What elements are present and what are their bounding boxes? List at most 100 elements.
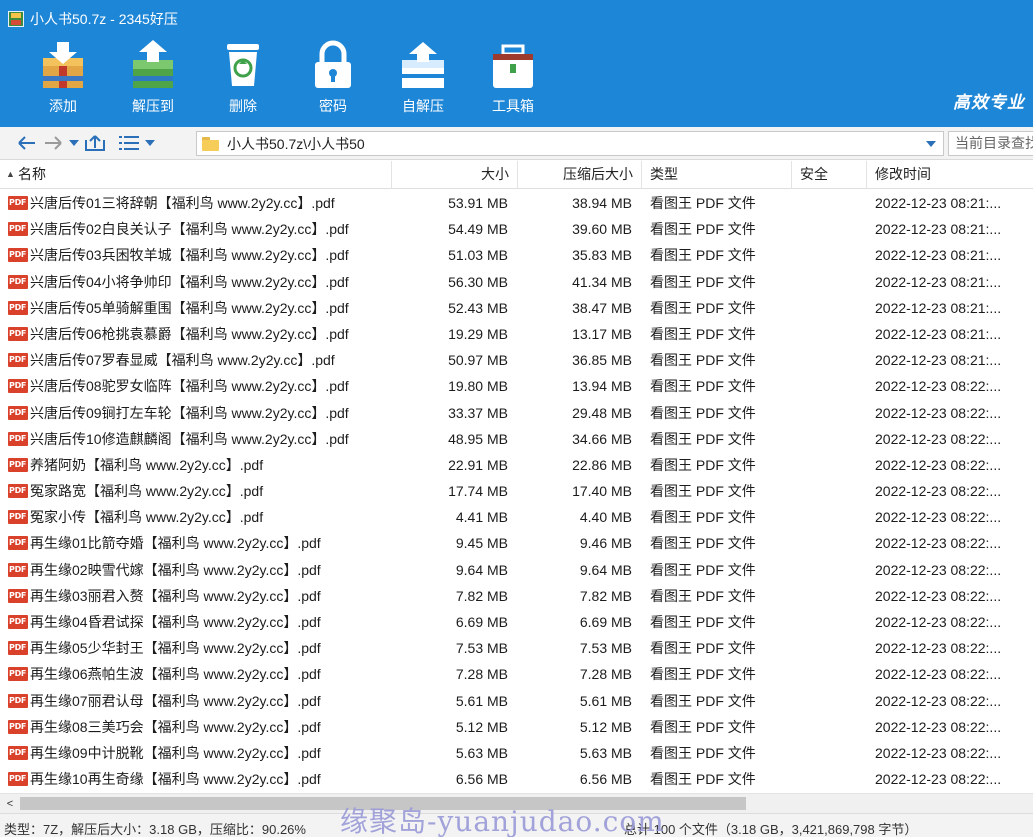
file-row[interactable]: 兴唐后传01三将辞朝【福利鸟 www.2y2y.cc】.pdf 53.91 MB 3…	[0, 190, 1033, 216]
column-name-header[interactable]: ▲ 名称	[0, 161, 392, 189]
password-button[interactable]: 密码	[288, 38, 378, 120]
address-bar[interactable]: 小人书50.7z\小人书50	[196, 131, 944, 156]
horizontal-scrollbar[interactable]: <	[0, 793, 1033, 813]
file-type: 看图王 PDF 文件	[650, 771, 756, 788]
file-security	[792, 269, 867, 295]
column-name-label: 名称	[18, 166, 46, 182]
file-size: 19.29 MB	[448, 325, 508, 342]
extract-button[interactable]: 解压到	[108, 38, 198, 120]
file-type: 看图王 PDF 文件	[650, 325, 756, 342]
file-modified: 2022-12-23 08:22:...	[875, 561, 1002, 578]
file-modified: 2022-12-23 08:22:...	[875, 535, 1002, 552]
file-modified: 2022-12-23 08:22:...	[875, 692, 1002, 709]
file-row[interactable]: 兴唐后传07罗春显威【福利鸟 www.2y2y.cc】.pdf 50.97 MB 3…	[0, 347, 1033, 373]
file-row[interactable]: 兴唐后传06枪挑袁慕爵【福利鸟 www.2y2y.cc】.pdf 19.29 MB…	[0, 321, 1033, 347]
file-compressed-size: 5.61 MB	[579, 692, 632, 709]
file-compressed-size: 6.56 MB	[579, 771, 632, 788]
file-name: 养猪阿奶【福利鸟 www.2y2y.cc】.pdf	[30, 456, 264, 473]
file-row[interactable]: 再生缘04昏君试探【福利鸟 www.2y2y.cc】.pdf 6.69 MB 6.6…	[0, 609, 1033, 635]
file-name-cell: 再生缘09中计脱靴【福利鸟 www.2y2y.cc】.pdf	[8, 740, 392, 766]
file-row[interactable]: 再生缘08三美巧会【福利鸟 www.2y2y.cc】.pdf 5.12 MB 5.1…	[0, 714, 1033, 740]
add-button[interactable]: 添加	[18, 38, 108, 120]
file-name-cell: 再生缘04昏君试探【福利鸟 www.2y2y.cc】.pdf	[8, 609, 392, 635]
file-name: 兴唐后传01三将辞朝【福利鸟 www.2y2y.cc】.pdf	[30, 195, 335, 211]
file-type: 看图王 PDF 文件	[650, 352, 756, 369]
file-row[interactable]: 再生缘10再生奇缘【福利鸟 www.2y2y.cc】.pdf 6.56 MB 6.5…	[0, 766, 1033, 792]
view-mode-button[interactable]	[116, 130, 142, 156]
toolbox-button[interactable]: 工具箱	[468, 38, 558, 120]
file-row[interactable]: 兴唐后传08驼罗女临阵【福利鸟 www.2y2y.cc】.pdf 19.80 MB…	[0, 373, 1033, 399]
brand-slogan: 高效专业	[953, 93, 1025, 112]
file-type: 看图王 PDF 文件	[650, 587, 756, 604]
file-row[interactable]: 再生缘02映雪代嫁【福利鸟 www.2y2y.cc】.pdf 9.64 MB 9.6…	[0, 557, 1033, 583]
column-type-header[interactable]: 类型	[642, 161, 792, 189]
file-row[interactable]: 兴唐后传04小将争帅印【福利鸟 www.2y2y.cc】.pdf 56.30 MB…	[0, 269, 1033, 295]
column-modified-header[interactable]: 修改时间	[867, 161, 1033, 189]
file-type: 看图王 PDF 文件	[650, 535, 756, 552]
file-row[interactable]: 兴唐后传05单骑解重围【福利鸟 www.2y2y.cc】.pdf 52.43 MB…	[0, 295, 1033, 321]
file-row[interactable]: 再生缘01比箭夺婚【福利鸟 www.2y2y.cc】.pdf 9.45 MB 9.4…	[0, 530, 1033, 556]
file-row[interactable]: 再生缘03丽君入赘【福利鸟 www.2y2y.cc】.pdf 7.82 MB 7.8…	[0, 583, 1033, 609]
file-name: 兴唐后传08驼罗女临阵【福利鸟 www.2y2y.cc】.pdf	[30, 378, 349, 395]
file-security	[792, 688, 867, 714]
file-size: 54.49 MB	[448, 221, 508, 238]
file-row[interactable]: 兴唐后传02白良关认子【福利鸟 www.2y2y.cc】.pdf 54.49 MB…	[0, 216, 1033, 242]
file-row[interactable]: 再生缘07丽君认母【福利鸟 www.2y2y.cc】.pdf 5.61 MB 5.6…	[0, 688, 1033, 714]
column-size-header[interactable]: 大小	[392, 161, 518, 189]
password-label: 密码	[319, 98, 347, 114]
pdf-file-icon	[8, 588, 28, 603]
file-row[interactable]: 兴唐后传10修造麒麟阁【福利鸟 www.2y2y.cc】.pdf 48.95 MB…	[0, 426, 1033, 452]
file-rows: 兴唐后传01三将辞朝【福利鸟 www.2y2y.cc】.pdf 53.91 MB 3…	[0, 190, 1033, 792]
file-row[interactable]: 兴唐后传09锏打左车轮【福利鸟 www.2y2y.cc】.pdf 33.37 MB…	[0, 400, 1033, 426]
toolbox-icon	[493, 44, 533, 88]
pdf-file-icon	[8, 457, 28, 472]
file-row[interactable]: 冤家路宽【福利鸟 www.2y2y.cc】.pdf 17.74 MB 17.40 M…	[0, 478, 1033, 504]
list-header: ▲ 名称 大小 压缩后大小 类型 安全 修改时间	[0, 161, 1033, 189]
folder-up-icon	[85, 135, 105, 151]
file-type: 看图王 PDF 文件	[650, 430, 756, 447]
file-name: 再生缘02映雪代嫁【福利鸟 www.2y2y.cc】.pdf	[30, 561, 321, 578]
file-modified: 2022-12-23 08:22:...	[875, 430, 1002, 447]
up-folder-button[interactable]	[82, 130, 108, 156]
file-type: 看图王 PDF 文件	[650, 692, 756, 709]
app-icon	[8, 11, 24, 27]
arrow-left-icon	[18, 136, 35, 150]
column-security-header[interactable]: 安全	[792, 161, 867, 189]
pdf-file-icon	[8, 562, 28, 577]
file-size: 48.95 MB	[448, 430, 508, 447]
delete-button[interactable]: 删除	[198, 38, 288, 120]
file-size: 7.28 MB	[455, 666, 508, 683]
file-type: 看图王 PDF 文件	[650, 744, 756, 761]
file-security	[792, 426, 867, 452]
file-row[interactable]: 再生缘06燕帕生波【福利鸟 www.2y2y.cc】.pdf 7.28 MB 7.2…	[0, 661, 1033, 687]
file-security	[792, 635, 867, 661]
file-name-cell: 兴唐后传05单骑解重围【福利鸟 www.2y2y.cc】.pdf	[8, 295, 392, 321]
file-compressed-size: 4.40 MB	[579, 509, 632, 526]
scrollbar-thumb[interactable]	[20, 797, 746, 810]
file-row[interactable]: 冤家小传【福利鸟 www.2y2y.cc】.pdf 4.41 MB 4.40 MB 看…	[0, 504, 1033, 530]
address-dropdown[interactable]	[919, 132, 943, 155]
file-name-cell: 再生缘06燕帕生波【福利鸟 www.2y2y.cc】.pdf	[8, 661, 392, 687]
file-size: 6.69 MB	[455, 614, 508, 630]
forward-button[interactable]	[40, 130, 66, 156]
history-dropdown[interactable]	[66, 130, 82, 156]
file-type: 看图王 PDF 文件	[650, 299, 756, 316]
search-input[interactable]: 当前目录查找	[948, 131, 1033, 156]
file-compressed-size: 17.40 MB	[572, 483, 632, 500]
file-row[interactable]: 兴唐后传03兵困牧羊城【福利鸟 www.2y2y.cc】.pdf 51.03 MB…	[0, 242, 1033, 268]
file-name: 兴唐后传02白良关认子【福利鸟 www.2y2y.cc】.pdf	[30, 221, 349, 238]
file-row[interactable]: 再生缘09中计脱靴【福利鸟 www.2y2y.cc】.pdf 5.63 MB 5.6…	[0, 740, 1033, 766]
file-security	[792, 216, 867, 242]
file-compressed-size: 9.64 MB	[579, 561, 632, 578]
back-button[interactable]	[14, 130, 40, 156]
column-compressed-header[interactable]: 压缩后大小	[518, 161, 642, 189]
file-row[interactable]: 养猪阿奶【福利鸟 www.2y2y.cc】.pdf 22.91 MB 22.86 M…	[0, 452, 1033, 478]
file-name-cell: 养猪阿奶【福利鸟 www.2y2y.cc】.pdf	[8, 452, 392, 478]
file-name-cell: 兴唐后传07罗春显威【福利鸟 www.2y2y.cc】.pdf	[8, 347, 392, 373]
file-row[interactable]: 再生缘05少华封王【福利鸟 www.2y2y.cc】.pdf 7.53 MB 7.5…	[0, 635, 1033, 661]
file-name: 再生缘04昏君试探【福利鸟 www.2y2y.cc】.pdf	[30, 614, 321, 630]
scroll-left-button[interactable]: <	[0, 794, 20, 813]
file-total: 总计 100 个文件（3.18 GB，3,421,869,798 字节）	[624, 822, 918, 837]
view-mode-dropdown[interactable]	[142, 130, 158, 156]
sfx-button[interactable]: 自解压	[378, 38, 468, 120]
